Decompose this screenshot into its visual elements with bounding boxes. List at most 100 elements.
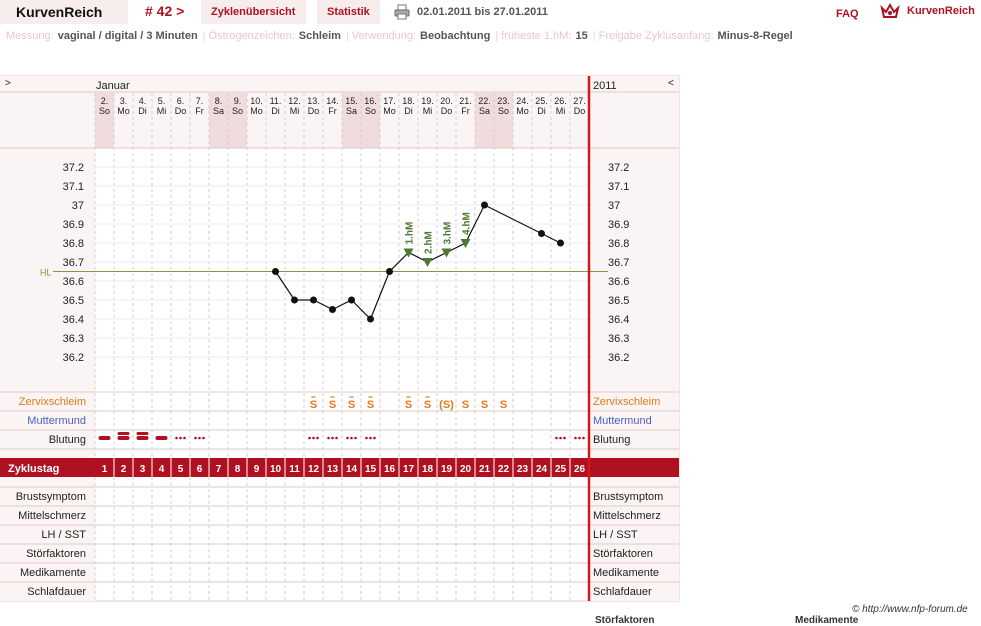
day-number: 12. xyxy=(288,96,301,106)
cycle-day-number: 5 xyxy=(178,464,184,475)
y-tick-right: 36.9 xyxy=(608,219,629,231)
cycle-day-number: 23 xyxy=(517,464,529,475)
temperature-point xyxy=(557,239,564,247)
mucus-symbol: S xyxy=(310,399,317,411)
bleeding-heavy-mark xyxy=(117,432,130,435)
weekday-label: Do xyxy=(574,106,586,116)
temperature-point xyxy=(329,306,336,313)
y-tick-left: 36.8 xyxy=(63,238,84,250)
y-tick-left: 36.9 xyxy=(63,219,84,231)
day-number: 11. xyxy=(270,96,282,106)
temperature-point xyxy=(272,268,279,275)
day-number: 26. xyxy=(554,96,567,106)
high-measurement-label: 2.hM xyxy=(424,231,435,254)
cycle-day-number: 26 xyxy=(574,464,586,475)
row-label-left: Störfaktoren xyxy=(26,548,86,560)
row-label-right: Brustsymptom xyxy=(593,491,663,503)
row-label-left: LH / SST xyxy=(41,529,86,541)
nav-next-button[interactable]: > xyxy=(5,78,11,89)
row-label-right: Blutung xyxy=(593,434,630,446)
cycle-day-number: 19 xyxy=(441,464,453,475)
cycle-day-number: 11 xyxy=(289,464,300,475)
row-label-left: Zervixschleim xyxy=(19,396,86,408)
bleeding-spot-mark xyxy=(179,436,182,440)
bleeding-spot-mark xyxy=(582,436,585,440)
weekday-label: Fr xyxy=(328,106,337,116)
cycle-day-number: 15 xyxy=(365,464,377,475)
weekday-label: Fr xyxy=(461,106,470,116)
cycle-day-number: 8 xyxy=(235,464,241,475)
hl-label: HL xyxy=(40,268,52,278)
y-tick-left: 37 xyxy=(72,200,84,212)
bleeding-spot-mark xyxy=(183,436,186,440)
day-number: 16. xyxy=(364,96,377,106)
cycle-day-number: 22 xyxy=(498,464,510,475)
cycle-day-number: 10 xyxy=(270,464,282,475)
bleeding-spot-mark xyxy=(578,436,581,440)
weekday-label: Sa xyxy=(346,106,357,116)
bleeding-spot-mark xyxy=(175,436,178,440)
mucus-symbol: S xyxy=(424,399,431,411)
weekday-label: Sa xyxy=(213,106,224,116)
y-tick-left: 37.2 xyxy=(63,162,84,174)
bleeding-heavy-mark xyxy=(136,432,149,435)
y-tick-right: 36.6 xyxy=(608,276,629,288)
day-number: 7. xyxy=(196,96,204,106)
mucus-symbol: S xyxy=(348,399,355,411)
weekday-label: Mi xyxy=(556,106,566,116)
mucus-symbol: S xyxy=(329,399,336,411)
bleeding-spot-mark xyxy=(312,436,315,440)
temperature-point xyxy=(291,296,298,304)
y-tick-right: 37 xyxy=(608,200,620,212)
cycle-day-number: 24 xyxy=(536,464,548,475)
day-number: 9. xyxy=(234,96,242,106)
row-label-left: Schlafdauer xyxy=(27,586,86,598)
day-number: 17. xyxy=(383,96,396,106)
bleeding-spot-mark xyxy=(354,436,357,440)
mucus-symbol: S xyxy=(367,399,374,411)
day-number: 18. xyxy=(402,96,415,106)
weekday-label: Di xyxy=(138,106,147,116)
cycle-day-number: 16 xyxy=(384,464,396,475)
cycle-day-number: 20 xyxy=(460,464,472,475)
day-number: 25. xyxy=(535,96,548,106)
temperature-point xyxy=(367,315,374,323)
day-number: 15. xyxy=(345,96,358,106)
weekday-label: Mi xyxy=(157,106,167,116)
cycle-day-number: 7 xyxy=(216,464,222,475)
nav-prev-button[interactable]: < xyxy=(668,78,674,89)
nfp-chart: > <Januar 20112.So3.Mo4.Di5.Mi6.Do7.Fr8.Sa… xyxy=(0,75,680,602)
cycle-day-number: 12 xyxy=(308,464,320,475)
bleeding-spot-mark xyxy=(369,436,372,440)
y-tick-left: 37.1 xyxy=(63,181,84,193)
y-tick-left: 36.5 xyxy=(63,295,84,307)
y-tick-left: 36.3 xyxy=(63,333,84,345)
chart-right-column xyxy=(589,76,679,601)
cycle-day-number: 25 xyxy=(555,464,567,475)
y-tick-right: 37.1 xyxy=(608,181,629,193)
bleeding-spot-mark xyxy=(559,436,562,440)
weekday-label: Mo xyxy=(383,106,396,116)
y-tick-right: 36.7 xyxy=(608,257,629,269)
bleeding-heavy-mark xyxy=(155,436,168,440)
y-tick-right: 36.4 xyxy=(608,314,629,326)
weekday-label: Do xyxy=(175,106,187,116)
day-number: 22. xyxy=(478,96,491,106)
weekday-label: Fr xyxy=(195,106,204,116)
bleeding-heavy-mark xyxy=(136,436,149,440)
cycle-day-number: 13 xyxy=(327,464,339,475)
bleeding-spot-mark xyxy=(202,436,205,440)
copyright: © http://www.nfp-forum.de xyxy=(852,604,968,615)
y-tick-right: 36.8 xyxy=(608,238,629,250)
weekday-label: Do xyxy=(441,106,453,116)
row-label-right: Medikamente xyxy=(593,567,659,579)
row-label-right: Zervixschleim xyxy=(593,396,660,408)
day-number: 5. xyxy=(158,96,166,106)
bleeding-spot-mark xyxy=(574,436,577,440)
cycle-day-number: 18 xyxy=(422,464,434,475)
cycle-day-number: 21 xyxy=(479,464,491,475)
high-measurement-label: 1.hM xyxy=(405,222,416,245)
row-label-right: Schlafdauer xyxy=(593,586,652,598)
cycle-day-number: 14 xyxy=(346,464,358,475)
cycle-day-number: 2 xyxy=(121,464,127,475)
